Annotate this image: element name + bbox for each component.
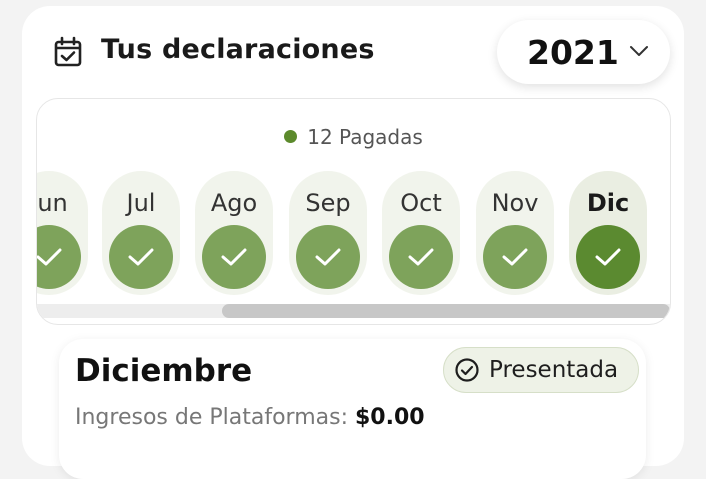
income-value: $0.00 — [354, 405, 425, 430]
check-icon — [576, 225, 640, 289]
month-label: Jul — [126, 189, 156, 217]
month-sep[interactable]: Sep — [289, 171, 367, 295]
check-icon — [296, 225, 360, 289]
paid-count: 12 Pagadas — [307, 125, 423, 149]
month-dic[interactable]: Dic — [569, 171, 647, 295]
months-panel: 12 Pagadas Jun Jul Ago Sep Oct Nov — [36, 98, 671, 325]
year-value: 2021 — [527, 32, 619, 72]
check-icon — [483, 225, 547, 289]
year-select[interactable]: 2021 — [497, 20, 670, 84]
paid-summary: 12 Pagadas — [37, 125, 670, 149]
calendar-check-icon — [54, 36, 82, 67]
month-label: Nov — [491, 189, 539, 217]
month-label: Oct — [400, 189, 442, 217]
month-jun[interactable]: Jun — [37, 171, 88, 295]
check-icon — [202, 225, 266, 289]
month-nov[interactable]: Nov — [476, 171, 554, 295]
month-label: Ago — [210, 189, 258, 217]
chevron-down-icon — [630, 46, 648, 56]
detail-title: Diciembre — [75, 353, 253, 389]
month-label: Jun — [37, 189, 68, 217]
page-title: Tus declaraciones — [101, 34, 375, 65]
status-badge-label: Presentada — [489, 357, 619, 383]
status-badge: Presentada — [443, 347, 639, 393]
check-circle-icon — [455, 358, 479, 382]
paid-status-dot — [284, 130, 298, 143]
income-label: Ingresos de Plataformas: — [75, 405, 348, 430]
month-jul[interactable]: Jul — [102, 171, 180, 295]
check-icon — [37, 225, 81, 289]
month-oct[interactable]: Oct — [382, 171, 460, 295]
month-label: Dic — [586, 189, 630, 217]
income-line: Ingresos de Plataformas: $0.00 — [75, 405, 425, 430]
month-ago[interactable]: Ago — [195, 171, 273, 295]
check-icon — [109, 225, 173, 289]
month-label: Sep — [305, 189, 351, 217]
check-icon — [389, 225, 453, 289]
horizontal-scrollbar-thumb[interactable] — [222, 304, 670, 318]
month-detail-card[interactable]: Diciembre Presentada Ingresos de Platafo… — [59, 339, 646, 479]
